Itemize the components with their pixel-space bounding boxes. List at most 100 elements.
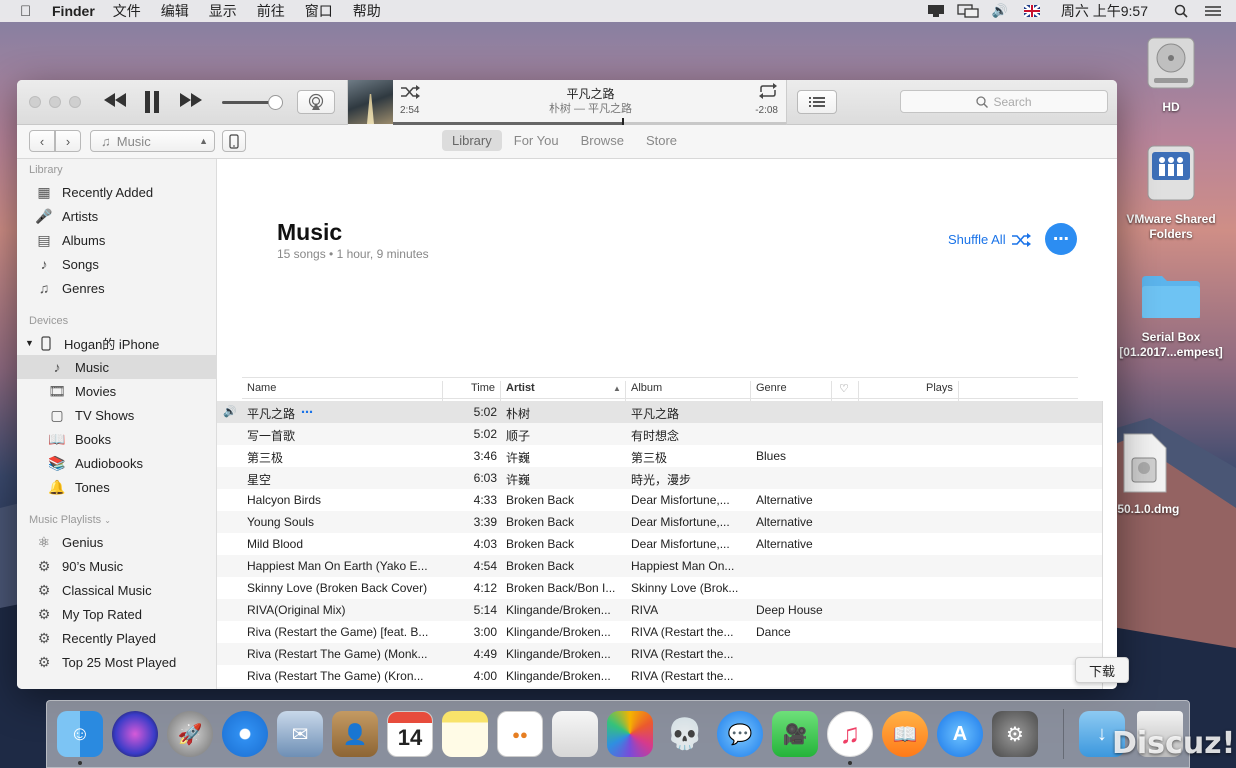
sidebar-header-playlists[interactable]: Music Playlists ⌄: [29, 514, 111, 526]
table-row[interactable]: 写一首歌 5:02 顺子 有时想念: [217, 423, 1102, 445]
facetime-icon[interactable]: 🎥: [772, 711, 818, 757]
photos-icon[interactable]: [607, 711, 653, 757]
scrollbar[interactable]: [1102, 401, 1103, 689]
sidebar-item-device-books[interactable]: 📖 Books: [17, 427, 217, 451]
column-header-genre[interactable]: Genre: [756, 382, 787, 394]
table-row[interactable]: 第三极 3:46 许巍 第三极 Blues: [217, 445, 1102, 467]
finder-icon[interactable]: ☺: [57, 711, 103, 757]
table-row[interactable]: Halcyon Birds 4:33 Broken Back Dear Misfort…: [217, 489, 1102, 511]
table-row[interactable]: Riva (Restart The Game) (Monk... 4:49 Klin…: [217, 643, 1102, 665]
table-row[interactable]: Riva (Restart The Game)(Spada...4:56Klin…: [217, 687, 1102, 689]
menu-view[interactable]: 显示: [209, 1, 237, 21]
ibooks-icon[interactable]: 📖: [882, 711, 928, 757]
menu-edit[interactable]: 编辑: [161, 1, 189, 21]
calendar-icon[interactable]: 14: [387, 711, 433, 757]
album-artwork[interactable]: [348, 80, 393, 124]
sidebar-item-songs[interactable]: ♪ Songs: [17, 252, 217, 276]
volume-knob[interactable]: [268, 95, 283, 110]
sidebar-item-device-movies[interactable]: 🎞 Movies: [17, 379, 217, 403]
tab-library[interactable]: Library: [442, 130, 502, 151]
sidebar-item-device[interactable]: ▼ Hogan的 iPhone: [17, 331, 217, 355]
sidebar-item-top-25-most-played[interactable]: ⚙ Top 25 Most Played: [17, 650, 217, 674]
system-preferences-gear-icon[interactable]: ⚙: [992, 711, 1038, 757]
minimize-window-button[interactable]: [49, 96, 61, 108]
table-row[interactable]: Happiest Man On Earth (Yako E... 4:54 Brok…: [217, 555, 1102, 577]
siri-icon[interactable]: [112, 711, 158, 757]
table-row[interactable]: 平凡之路 5:02 朴树 平凡之路 🔊 ⋯: [217, 401, 1102, 423]
contacts-icon[interactable]: 👤: [332, 711, 378, 757]
airplay-button[interactable]: [297, 90, 335, 114]
desktop-icon-vmware-shared[interactable]: VMware Shared Folders: [1116, 142, 1226, 242]
device-button[interactable]: [222, 130, 246, 152]
sidebar-item-recently-added[interactable]: ▦ Recently Added: [17, 180, 217, 204]
sidebar-item-device-audiobooks[interactable]: 📚 Audiobooks: [17, 451, 217, 475]
display-mirroring-icon[interactable]: [957, 3, 979, 19]
desktop-icon-hd[interactable]: HD: [1116, 32, 1226, 115]
back-button[interactable]: ‹: [29, 130, 55, 152]
menu-window[interactable]: 窗口: [305, 1, 333, 21]
safari-compass-icon[interactable]: [222, 711, 268, 757]
mail-eagle-icon[interactable]: ✉: [277, 711, 323, 757]
sidebar-item-genres[interactable]: ♫ Genres: [17, 276, 217, 300]
column-header-plays[interactable]: Plays: [926, 382, 953, 394]
sidebar-item-device-tv-shows[interactable]: ▢ TV Shows: [17, 403, 217, 427]
reminders-icon[interactable]: ●●: [497, 711, 543, 757]
volume-icon[interactable]: 🔊: [989, 3, 1011, 19]
tab-store[interactable]: Store: [636, 130, 687, 151]
launchpad-rocket-icon[interactable]: 🚀: [167, 711, 213, 757]
volume-slider[interactable]: [222, 95, 283, 110]
media-source-select[interactable]: ♫ Music ▲: [90, 130, 215, 152]
sidebar-item-my-top-rated[interactable]: ⚙ My Top Rated: [17, 602, 217, 626]
search-field[interactable]: Search: [900, 90, 1108, 113]
close-window-button[interactable]: [29, 96, 41, 108]
heart-icon[interactable]: ♡: [839, 382, 849, 395]
spotlight-search-icon[interactable]: [1170, 3, 1192, 19]
table-row[interactable]: Riva (Restart The Game) (Kron... 4:00 Klin…: [217, 665, 1102, 687]
column-header-artist[interactable]: Artist: [506, 382, 535, 394]
table-row[interactable]: Young Souls 3:39 Broken Back Dear Misfortun…: [217, 511, 1102, 533]
table-row[interactable]: 星空 6:03 许巍 時光，漫步: [217, 467, 1102, 489]
sidebar-item-albums[interactable]: ▤ Albums: [17, 228, 217, 252]
row-more-ellipsis-icon[interactable]: ⋯: [301, 405, 313, 419]
table-row[interactable]: RIVA(Original Mix) 5:14 Klingande/Broken..…: [217, 599, 1102, 621]
photo-booth-icon[interactable]: [552, 711, 598, 757]
tab-browse[interactable]: Browse: [571, 130, 634, 151]
app-store-icon[interactable]: A: [937, 711, 983, 757]
itunes-icon[interactable]: ♫: [827, 711, 873, 757]
column-header-name[interactable]: Name: [247, 382, 276, 394]
table-row[interactable]: Skinny Love (Broken Back Cover) 4:12 Broke…: [217, 577, 1102, 599]
previous-track-icon[interactable]: [103, 92, 127, 113]
sidebar-item-genius[interactable]: ⚛ Genius: [17, 530, 217, 554]
tab-for-you[interactable]: For You: [504, 130, 569, 151]
more-options-button[interactable]: ⋯: [1045, 223, 1077, 255]
notes-icon[interactable]: [442, 711, 488, 757]
repeat-icon[interactable]: [758, 83, 778, 103]
sidebar-item-90s-music[interactable]: ⚙ 90’s Music: [17, 554, 217, 578]
table-row[interactable]: Riva (Restart the Game) [feat. B... 3:00 K…: [217, 621, 1102, 643]
table-row[interactable]: Mild Blood 4:03 Broken Back Dear Misfortune…: [217, 533, 1102, 555]
sidebar-item-artists[interactable]: 🎤 Artists: [17, 204, 217, 228]
sidebar-item-recently-played[interactable]: ⚙ Recently Played: [17, 626, 217, 650]
menu-app-finder[interactable]: Finder: [52, 3, 95, 19]
sidebar-item-device-tones[interactable]: 🔔 Tones: [17, 475, 217, 499]
column-header-time[interactable]: Time: [471, 382, 495, 394]
next-track-icon[interactable]: [179, 92, 203, 113]
playhead[interactable]: [622, 118, 625, 125]
column-header-album[interactable]: Album: [631, 382, 662, 394]
notification-icon[interactable]: [925, 3, 947, 19]
menubar-clock[interactable]: 周六 上午9:57: [1061, 1, 1148, 21]
game-skull-icon[interactable]: 💀: [662, 711, 708, 757]
forward-button[interactable]: ›: [55, 130, 81, 152]
desktop-icon-dmg[interactable]: ox 50.1.0.dmg: [1100, 432, 1230, 517]
disclosure-triangle-icon[interactable]: ▼: [25, 338, 35, 348]
messages-icon[interactable]: 💬: [717, 711, 763, 757]
pause-icon[interactable]: [143, 90, 161, 119]
sidebar-item-classical-music[interactable]: ⚙ Classical Music: [17, 578, 217, 602]
desktop-icon-serial-box[interactable]: Serial Box [01.2017...empest]: [1116, 272, 1226, 360]
input-source-flag-icon[interactable]: [1021, 3, 1043, 19]
up-next-button[interactable]: [797, 90, 837, 114]
menu-go[interactable]: 前往: [257, 1, 285, 21]
notification-center-icon[interactable]: [1202, 3, 1224, 19]
zoom-window-button[interactable]: [69, 96, 81, 108]
shuffle-all-button[interactable]: Shuffle All: [948, 232, 1031, 247]
